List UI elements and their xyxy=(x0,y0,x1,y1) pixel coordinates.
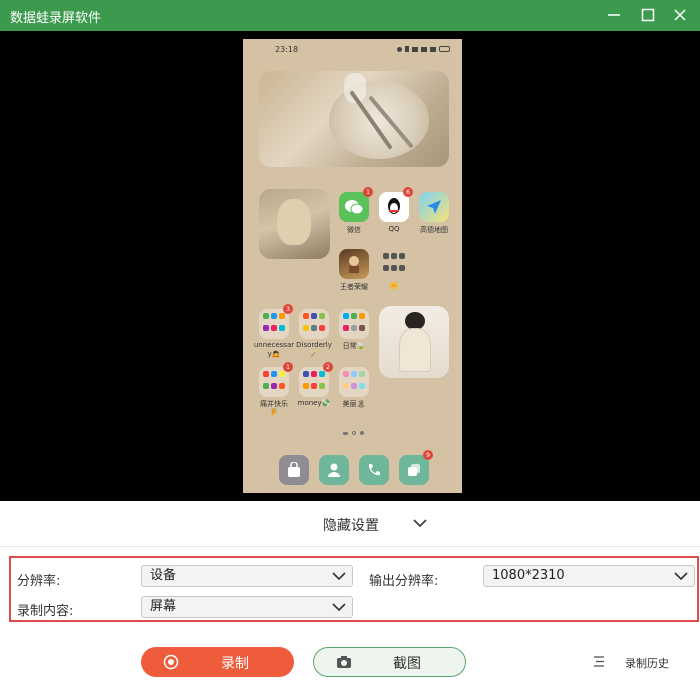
chevron-down-icon xyxy=(332,572,346,581)
stacked-windows-icon xyxy=(408,464,420,476)
amap-label: 高德地图 xyxy=(420,226,448,234)
minimize-button[interactable] xyxy=(603,4,625,26)
screenshot-button[interactable]: 截图 xyxy=(313,647,466,677)
hide-settings-label: 隐藏设置 xyxy=(323,518,379,534)
record-icon xyxy=(163,654,179,670)
output-resolution-select[interactable]: 1080*2310 xyxy=(483,565,695,587)
close-button[interactable] xyxy=(669,4,691,26)
folder-money xyxy=(299,367,329,397)
dock-phone-app xyxy=(359,455,389,485)
beauty-label: 美丽🏝 xyxy=(342,400,366,408)
battery-icon xyxy=(439,46,450,52)
screen-preview: 23:18 1 微信 6 QQ 高德地图 王者荣耀 🌼 3 unnecessar… xyxy=(0,31,700,501)
record-content-value: 屏幕 xyxy=(150,599,177,614)
navigation-arrow-icon xyxy=(427,200,441,214)
dock-multitask-app xyxy=(399,455,429,485)
wechat-badge: 1 xyxy=(363,187,373,197)
wechat-icon xyxy=(345,200,364,215)
resolution-select[interactable]: 设备 xyxy=(141,565,353,587)
game-hero-icon xyxy=(349,256,359,273)
amap-app xyxy=(419,192,449,222)
action-bar: 录制 截图 录制历史 xyxy=(0,638,700,680)
dock-store-app xyxy=(279,455,309,485)
output-resolution-value: 1080*2310 xyxy=(492,568,565,583)
title-bar: 数据蛙录屏软件 xyxy=(0,0,700,31)
output-resolution-label: 输出分辨率: xyxy=(369,574,439,589)
bluetooth-icon xyxy=(405,46,409,52)
daily-label: 日常🍃 xyxy=(342,342,366,350)
record-content-label: 录制内容: xyxy=(17,604,74,619)
wechat-app xyxy=(339,192,369,222)
page-dot-menu xyxy=(343,431,348,435)
settings-collapse-bar: 隐藏设置 xyxy=(0,501,700,547)
signal-icon xyxy=(421,46,427,52)
record-content-select[interactable]: 屏幕 xyxy=(141,596,353,618)
phone-time: 23:18 xyxy=(275,45,299,54)
chevron-down-icon xyxy=(332,603,346,612)
maximize-button[interactable] xyxy=(637,4,659,26)
folder-disorderly xyxy=(299,309,329,339)
signal2-icon xyxy=(430,46,436,52)
happy-label-line2: 🦻 xyxy=(269,408,279,416)
flower-folder-label: 🌼 xyxy=(389,282,399,290)
phone-screen: 23:18 1 微信 6 QQ 高德地图 王者荣耀 🌼 3 unnecessar… xyxy=(243,39,462,493)
wifi-icon xyxy=(412,46,418,52)
chevron-down-icon xyxy=(413,519,427,528)
record-history-label: 录制历史 xyxy=(625,657,669,670)
money-badge: 2 xyxy=(323,362,333,372)
resolution-label: 分辨率: xyxy=(17,574,61,589)
app-folder-flower xyxy=(379,249,409,279)
page-dot-active xyxy=(360,431,364,435)
record-button-label: 录制 xyxy=(221,656,249,672)
page-indicator xyxy=(343,431,364,435)
list-icon xyxy=(594,656,604,667)
chevron-down-icon xyxy=(674,572,688,581)
folder-beauty xyxy=(339,367,369,397)
hide-settings-toggle[interactable] xyxy=(412,516,428,534)
unnecessary-badge: 3 xyxy=(283,304,293,314)
recording-settings-panel: 分辨率: 设备 输出分辨率: 1080*2310 录制内容: 屏幕 xyxy=(9,556,699,622)
happy-badge: 1 xyxy=(283,362,293,372)
disorderly-label-line2: 🪄 xyxy=(309,350,319,358)
screenshot-button-label: 截图 xyxy=(393,656,421,672)
maximize-icon xyxy=(641,8,655,22)
photo-widget-sculpture xyxy=(259,189,330,259)
folder-daily xyxy=(339,309,369,339)
photo-widget-food xyxy=(259,71,449,167)
record-button[interactable]: 录制 xyxy=(141,647,294,677)
minimize-icon xyxy=(608,14,620,16)
headset-icon xyxy=(397,46,402,52)
qq-badge: 6 xyxy=(403,187,413,197)
phone-status-bar: 23:18 xyxy=(243,45,462,57)
shopping-bag-icon xyxy=(288,462,300,477)
dock-contacts-app xyxy=(319,455,349,485)
contact-person-icon xyxy=(328,463,340,477)
qq-penguin-icon xyxy=(388,198,400,214)
resolution-value: 设备 xyxy=(150,568,177,583)
close-icon xyxy=(674,9,686,21)
camera-icon xyxy=(337,656,351,668)
phone-handset-icon xyxy=(368,464,380,476)
photo-widget-girl xyxy=(379,306,449,378)
qq-app xyxy=(379,192,409,222)
page-dot xyxy=(352,431,356,435)
folder-unnecessary xyxy=(259,309,289,339)
window-title: 数据蛙录屏软件 xyxy=(10,11,102,26)
folder-happy xyxy=(259,367,289,397)
honor-of-kings-app xyxy=(339,249,369,279)
status-icons xyxy=(397,46,450,52)
dock-badge: 9 xyxy=(423,450,433,460)
